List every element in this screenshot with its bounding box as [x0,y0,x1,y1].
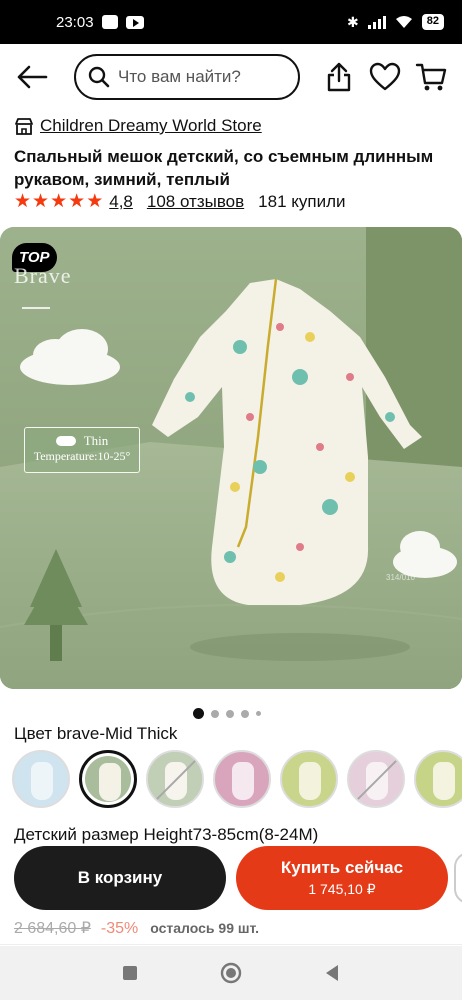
add-to-cart-button[interactable]: В корзину [14,846,226,910]
temperature-title-row: Thin [25,433,139,449]
swatch-thumbnail [232,762,254,800]
signal-icon [367,15,386,29]
gallery-dot[interactable] [256,711,261,716]
swatch-thumbnail [99,763,121,801]
bluetooth-icon: ✱ [347,13,359,30]
unavailable-slash [152,754,202,804]
divider [0,944,462,945]
wifi-icon [395,16,412,28]
share-button[interactable] [322,57,356,97]
recents-button[interactable] [115,958,145,988]
brand-text: Brave [14,263,72,288]
swatch-thumbnail [299,762,321,800]
rating-row: ★ ★ ★ ★ ★ 4,8 108 отзывов 181 купили [14,192,346,212]
temperature-title: Thin [83,433,109,448]
status-bar: 23:03 ✱ 82 [0,0,462,44]
product-image[interactable]: TOP Brave Thin Temperature:10-25° 314/01… [0,227,462,689]
gallery-dot[interactable] [193,708,204,719]
youtube-icon [125,15,144,29]
cart-button[interactable] [414,57,448,97]
home-button[interactable] [216,958,246,988]
share-icon [327,62,351,92]
gallery-dot[interactable] [226,709,234,718]
gallery-dots[interactable] [193,708,261,719]
buy-now-label: Купить сейчас [280,858,404,877]
cloud-icon [55,436,76,446]
swatch-thumbnail [366,762,388,800]
reviews-link[interactable]: 108 отзывов [147,192,244,212]
system-nav-bar [0,946,462,1000]
rating-stars: ★ ★ ★ ★ ★ [14,192,103,212]
gallery-dot[interactable] [211,709,219,718]
gallery-dot[interactable] [241,709,249,718]
arrow-left-icon [17,65,48,89]
status-time: 23:03 [56,13,94,31]
star-icon: ★ [14,191,32,212]
discount-badge: -35% [100,920,139,937]
status-right: ✱ 82 [347,14,444,31]
search-box[interactable] [74,54,300,100]
top-icons [322,57,448,97]
triangle-back-icon [325,965,338,981]
store-icon [15,117,33,135]
size-option-partial[interactable] [454,852,462,904]
star-icon: ★ [50,191,68,212]
square-icon [123,966,138,980]
color-swatch-3[interactable] [146,750,204,808]
color-swatch-1[interactable] [12,750,70,808]
color-swatch-7[interactable] [414,750,462,808]
store-row[interactable]: Children Dreamy World Store [14,116,262,136]
unavailable-slash [353,754,403,804]
favorite-button[interactable] [368,57,402,97]
purchased-count: 181 купили [258,192,346,211]
size-label[interactable]: Детский размер Height73-85cm(8-24M) [14,825,318,845]
store-name-link[interactable]: Children Dreamy World Store [40,116,262,136]
star-icon: ★ [32,191,50,212]
top-bar [0,44,462,110]
back-nav-button[interactable] [317,958,347,988]
swatch-thumbnail [433,762,455,800]
size-mark: 314/010 [386,573,415,582]
heart-icon [369,62,401,91]
product-title: Спальный мешок детский, со съемным длинн… [14,147,434,189]
color-swatch-5[interactable] [280,750,338,808]
color-swatch-6[interactable] [347,750,405,808]
star-icon: ★ [86,191,104,212]
buy-now-price: 1 745,10 ₽ [308,881,376,897]
search-icon [88,66,110,88]
back-button[interactable] [4,49,60,105]
stock-count: осталось 99 шт. [150,920,260,936]
color-swatch-4[interactable] [213,750,271,808]
old-price: 2 684,60 ₽ [14,920,91,937]
price-row: 2 684,60 ₽ -35% осталось 99 шт. [14,918,259,938]
circle-icon [220,962,242,984]
search-input[interactable] [118,67,288,87]
notification-icon [101,15,118,29]
color-label: Цвет brave-Mid Thick [14,724,178,743]
temperature-box: Thin Temperature:10-25° [24,427,140,473]
battery-indicator: 82 [421,14,444,30]
color-swatch-2[interactable] [79,750,137,808]
brand-dash [22,307,50,309]
rating-value-link[interactable]: 4,8 [109,192,133,212]
cart-icon [415,63,447,91]
color-swatches [12,750,462,808]
buy-now-button[interactable]: Купить сейчас 1 745,10 ₽ [236,846,448,910]
status-left: 23:03 [18,14,347,31]
swatch-thumbnail [165,762,187,800]
bottom-action-bar: В корзину Купить сейчас 1 745,10 ₽ [0,846,462,912]
swatch-thumbnail [31,762,53,800]
star-icon: ★ [68,191,86,212]
temperature-text: Temperature:10-25° [33,449,131,463]
